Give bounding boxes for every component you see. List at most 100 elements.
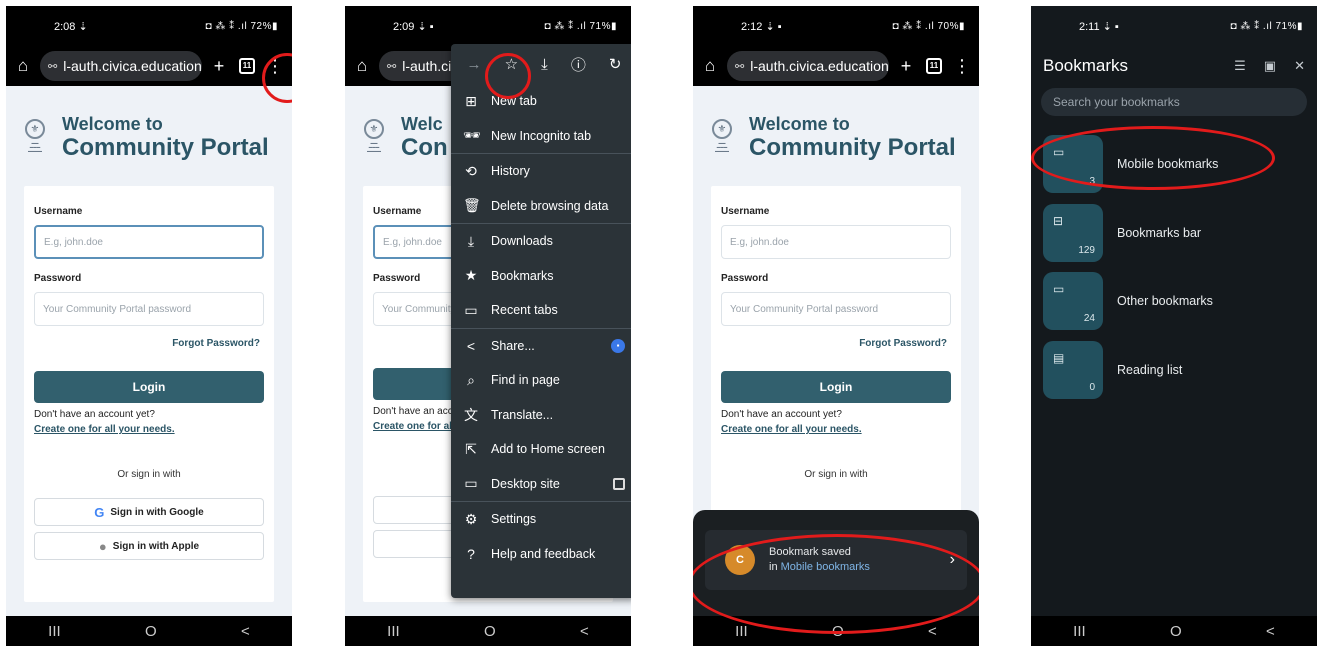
back-nav-button[interactable]: < — [580, 623, 589, 640]
android-nav-bar: III O < — [345, 616, 631, 646]
new-tab-plus-icon[interactable]: + — [208, 56, 230, 77]
tab-switcher-button[interactable]: 11 — [926, 58, 942, 74]
login-card: Username E.g, john.doe Password Your Com… — [24, 186, 274, 602]
download-page-icon[interactable]: ⤓ — [541, 56, 548, 73]
home-nav-button[interactable]: O — [1170, 623, 1182, 640]
android-nav-bar: III O < — [6, 616, 292, 646]
menu-item-delete-browsing-data[interactable]: 🗑 Delete browsing data — [451, 189, 631, 224]
new-tab-plus-icon[interactable]: + — [895, 56, 917, 77]
menu-item-new-tab[interactable]: ⊞ New tab — [451, 84, 631, 119]
forgot-password-link[interactable]: Forgot Password? — [34, 338, 260, 349]
folder-bookmarks-bar[interactable]: ⊟ 129 Bookmarks bar — [1031, 199, 1317, 268]
desktop-site-checkbox[interactable] — [613, 477, 625, 490]
google-sign-in-button[interactable]: G Sign in with Google — [34, 498, 264, 526]
login-page: ⚜ ▬▬ ▬▬▬ ▬▬▬▬ Welcome to Community Portal … — [6, 86, 292, 616]
google-sign-in-label: Sign in with Google — [110, 506, 204, 518]
reading-list-icon: ▤ — [1053, 350, 1065, 365]
government-logo: ⚜ ▬▬ ▬▬▬ ▬▬▬▬ — [359, 119, 389, 157]
login-button[interactable]: Login — [721, 371, 951, 403]
recents-nav-button[interactable]: III — [387, 623, 400, 640]
menu-item-new-incognito-tab[interactable]: 🕶 New Incognito tab — [451, 119, 631, 154]
folder-other-bookmarks[interactable]: ▭ 24 Other bookmarks — [1031, 267, 1317, 336]
login-button[interactable]: Login — [34, 371, 264, 403]
gear-icon: ⚙ — [464, 510, 478, 527]
username-input[interactable]: E.g, john.doe — [34, 225, 264, 259]
folder-tile: ▭ 24 — [1043, 272, 1103, 331]
phone-screen-bookmark-saved: 2:12 ⇣ ▪ ◘ ⁂ ⁑ .ıl 70%▮ ⌂ ⚯ l-auth.civic… — [693, 6, 979, 646]
add-to-home-icon: ⇱ — [465, 440, 477, 457]
messages-app-icon[interactable]: ▪ — [611, 338, 625, 353]
back-nav-button[interactable]: < — [1266, 623, 1275, 640]
menu-item-label: Add to Home screen — [491, 442, 605, 457]
menu-item-help-and-feedback[interactable]: ? Help and feedback — [451, 537, 631, 572]
page-info-icon[interactable]: ⓘ — [571, 54, 586, 75]
phone-screen-menu: 2:09 ⇣ ▪ ◘ ⁂ ⁑ .ıl 71%▮ ⌂ ⚯ l-auth.civ ⚜… — [345, 6, 631, 646]
folder-tile: ▤ 0 — [1043, 340, 1103, 399]
apple-sign-in-button[interactable]: ● Sign in with Apple — [34, 532, 264, 560]
recents-nav-button[interactable]: III — [735, 623, 748, 640]
reload-icon[interactable]: ↻ — [609, 55, 622, 73]
home-icon[interactable]: ⌂ — [699, 56, 721, 76]
translate-icon: 文 — [464, 406, 478, 423]
folder-mobile-bookmarks[interactable]: ▭ 3 Mobile bookmarks — [1031, 130, 1317, 199]
home-nav-button[interactable]: O — [484, 623, 496, 640]
sort-icon[interactable]: ☰ — [1234, 58, 1246, 74]
snackbar-folder-line: in Mobile bookmarks — [769, 560, 936, 575]
title-line-2: Community Portal — [749, 134, 956, 161]
create-account-link[interactable]: Create one for all your needs. — [34, 424, 264, 435]
back-nav-button[interactable]: < — [928, 623, 937, 640]
more-menu-icon[interactable]: ⋮ — [951, 56, 973, 77]
site-settings-icon[interactable]: ⚯ — [48, 60, 57, 73]
menu-item-label: Delete browsing data — [491, 198, 609, 213]
address-bar[interactable]: ⚯ l-auth.civica.education — [40, 51, 202, 81]
username-input[interactable]: E.g, john.doe — [721, 225, 951, 259]
menu-item-share[interactable]: < Share... ▪ — [451, 329, 631, 364]
menu-item-settings[interactable]: ⚙ Settings — [451, 502, 631, 537]
menu-item-translate[interactable]: 文 Translate... — [451, 398, 631, 433]
url-text: l-auth.civ — [402, 58, 459, 74]
address-bar[interactable]: ⚯ l-auth.civica.education — [727, 51, 889, 81]
new-folder-icon[interactable]: ▣ — [1264, 58, 1276, 74]
bookmark-star-icon[interactable]: ☆ — [505, 55, 518, 73]
chevron-right-icon[interactable]: › — [950, 551, 955, 569]
page-title: Welcome to Community Portal — [62, 114, 269, 162]
menu-item-add-to-home-screen[interactable]: ⇱ Add to Home screen — [451, 432, 631, 467]
forgot-password-link[interactable]: Forgot Password? — [721, 338, 947, 349]
menu-item-downloads[interactable]: ⤓ Downloads — [451, 224, 631, 259]
snackbar-folder-link[interactable]: Mobile bookmarks — [781, 561, 870, 573]
menu-item-find-in-page[interactable]: ⌕ Find in page — [451, 363, 631, 398]
folder-count: 24 — [1083, 313, 1095, 325]
snackbar-row[interactable]: C Bookmark saved in Mobile bookmarks › — [705, 530, 967, 590]
home-nav-button[interactable]: O — [145, 623, 157, 640]
back-nav-button[interactable]: < — [241, 623, 250, 640]
status-bar: 2:08 ⇣ ◘ ⁂ ⁑ .ıl 72%▮ — [6, 6, 292, 46]
recents-nav-button[interactable]: III — [48, 623, 61, 640]
recents-nav-button[interactable]: III — [1073, 623, 1086, 640]
menu-item-desktop-site[interactable]: ▭ Desktop site — [451, 467, 631, 502]
folder-reading-list[interactable]: ▤ 0 Reading list — [1031, 336, 1317, 405]
folder-icon: ▭ — [1053, 145, 1065, 160]
menu-item-bookmarks[interactable]: ★ Bookmarks — [451, 259, 631, 294]
password-input[interactable]: Your Community Portal password — [34, 292, 264, 326]
password-label: Password — [34, 273, 82, 284]
create-account-link[interactable]: Create one for all your needs. — [721, 424, 951, 435]
logo-caption: ▬▬ ▬▬▬ ▬▬▬▬ — [715, 141, 729, 153]
more-menu-icon[interactable]: ⋮ — [264, 56, 286, 77]
menu-item-recent-tabs[interactable]: ▭ Recent tabs — [451, 293, 631, 328]
forward-icon[interactable]: → — [467, 56, 482, 73]
tab-switcher-button[interactable]: 11 — [239, 58, 255, 74]
status-time: 2:12 ⇣ ▪ — [741, 20, 782, 33]
close-icon[interactable]: ✕ — [1294, 58, 1305, 74]
url-text: l-auth.civica.education — [63, 58, 202, 74]
folder-tile: ▭ 3 — [1043, 135, 1103, 194]
menu-item-history[interactable]: ⟲ History — [451, 154, 631, 189]
home-icon[interactable]: ⌂ — [12, 56, 34, 76]
home-icon[interactable]: ⌂ — [351, 56, 373, 76]
site-settings-icon[interactable]: ⚯ — [387, 60, 396, 73]
title-line-2: Community Portal — [62, 134, 269, 161]
home-nav-button[interactable]: O — [832, 623, 844, 640]
bookmarks-search-input[interactable]: Search your bookmarks — [1041, 88, 1307, 116]
site-settings-icon[interactable]: ⚯ — [735, 60, 744, 73]
password-input[interactable]: Your Community Portal password — [721, 292, 951, 326]
bookmarks-header: Bookmarks ☰ ▣ ✕ — [1031, 46, 1317, 86]
